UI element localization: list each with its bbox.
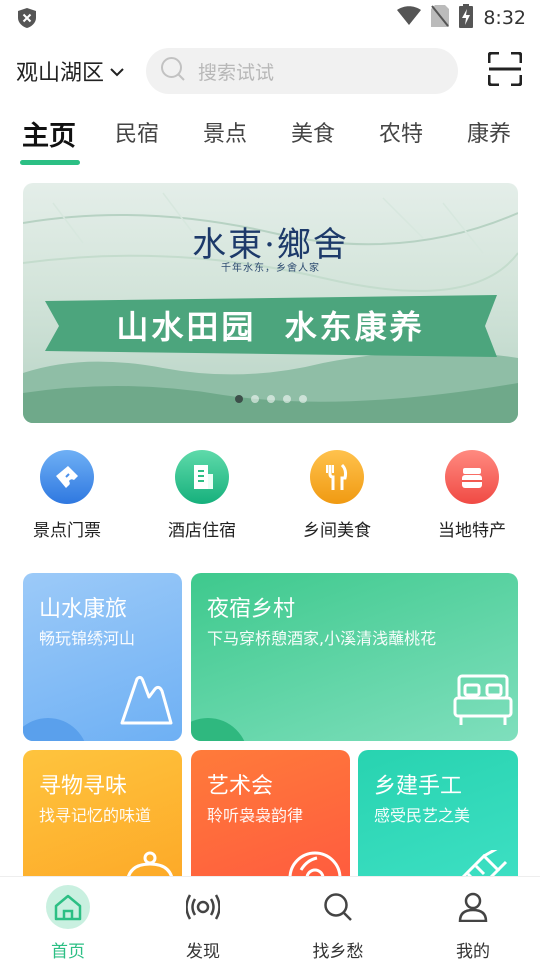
card-subtitle: 下马穿桥憩酒家,小溪清浅蘸桃花: [207, 629, 437, 648]
active-tab-indicator: [20, 160, 80, 165]
quick-nav-tickets[interactable]: 景点门票: [7, 450, 127, 541]
carousel-dot[interactable]: [298, 395, 307, 403]
tab-food[interactable]: 美食: [291, 116, 335, 148]
tab-homestay[interactable]: 民宿: [115, 116, 159, 148]
nav-discover[interactable]: 发现: [158, 885, 248, 960]
quick-nav-label: 景点门票: [33, 521, 101, 541]
shield-icon: [18, 8, 36, 28]
status-bar: 8:32: [0, 0, 540, 36]
ticket-icon: [40, 450, 94, 504]
nav-mine[interactable]: 我的: [428, 885, 518, 960]
bottom-nav: 首页 发现 找乡愁 我的: [0, 876, 540, 960]
quick-nav-label: 酒店住宿: [168, 521, 236, 541]
no-sim-icon: [431, 5, 450, 31]
nav-search-nostalgia[interactable]: 找乡愁: [293, 885, 383, 960]
carousel-dot[interactable]: [266, 395, 275, 403]
card-decoration: [23, 718, 85, 741]
card-subtitle: 找寻记忆的味道: [39, 806, 152, 825]
status-time: 8:32: [483, 7, 526, 29]
carousel-dots: [23, 395, 518, 403]
scan-button[interactable]: [486, 51, 524, 90]
nav-label: 找乡愁: [312, 942, 364, 960]
tab-scenic[interactable]: 景点: [203, 116, 247, 148]
header: 观山湖区 搜索试试: [0, 44, 540, 98]
nav-label: 我的: [456, 942, 490, 960]
search-icon: [160, 56, 186, 86]
card-subtitle: 感受民艺之美: [374, 806, 471, 825]
card-yesu[interactable]: 夜宿乡村 下马穿桥憩酒家,小溪清浅蘸桃花: [191, 573, 518, 741]
quick-nav-label: 当地特产: [438, 521, 506, 541]
card-xiangjian[interactable]: 乡建手工 感受民艺之美: [358, 750, 518, 890]
card-shanshui[interactable]: 山水康旅 畅玩锦绣河山: [23, 573, 182, 741]
quick-nav-food[interactable]: 乡间美食: [277, 450, 397, 541]
fork-knife-icon: [310, 450, 364, 504]
card-title: 寻物寻味: [39, 774, 128, 799]
mountain-icon: [120, 675, 173, 725]
carousel-dot[interactable]: [234, 395, 243, 403]
quick-nav-specialty[interactable]: 当地特产: [412, 450, 532, 541]
quick-nav-hotels[interactable]: 酒店住宿: [142, 450, 262, 541]
card-subtitle: 畅玩锦绣河山: [39, 629, 136, 648]
tab-wellness[interactable]: 康养: [467, 116, 511, 148]
search-icon: [316, 885, 360, 929]
building-icon: [175, 450, 229, 504]
tab-home[interactable]: 主页: [22, 114, 76, 153]
location-selector[interactable]: 观山湖区: [16, 55, 124, 87]
jar-icon: [445, 450, 499, 504]
card-title: 乡建手工: [374, 774, 463, 799]
chevron-down-icon: [110, 62, 124, 81]
card-title: 夜宿乡村: [207, 597, 296, 622]
battery-charging-icon: [459, 4, 474, 32]
card-title: 山水康旅: [39, 597, 128, 622]
home-icon: [46, 885, 90, 929]
user-icon: [451, 885, 495, 929]
carousel-dot[interactable]: [282, 395, 291, 403]
tab-specialty[interactable]: 农特: [379, 116, 423, 148]
card-subtitle: 聆听袅袅韵律: [207, 806, 304, 825]
card-yishu[interactable]: 艺术会 聆听袅袅韵律: [191, 750, 350, 890]
bed-icon: [453, 674, 513, 725]
card-title: 艺术会: [207, 774, 274, 799]
quick-nav: 景点门票 酒店住宿 乡间美食 当地特产: [0, 450, 540, 550]
location-name: 观山湖区: [16, 61, 105, 86]
banner-carousel[interactable]: 水東·鄉舍 千年水东，乡舍人家 山水田园 水东康养: [23, 183, 518, 423]
category-tabs: 主页 民宿 景点 美食 农特 康养: [0, 108, 540, 168]
carousel-dot[interactable]: [250, 395, 259, 403]
card-xunwu[interactable]: 寻物寻味 找寻记忆的味道: [23, 750, 182, 890]
search-placeholder: 搜索试试: [198, 61, 275, 84]
scan-icon: [487, 51, 523, 90]
nav-label: 首页: [51, 942, 85, 960]
search-input[interactable]: 搜索试试: [146, 48, 459, 94]
broadcast-icon: [181, 885, 225, 929]
wifi-icon: [397, 6, 422, 30]
quick-nav-label: 乡间美食: [303, 521, 371, 541]
banner-slogan: 山水田园 水东康养: [116, 308, 425, 346]
nav-home[interactable]: 首页: [23, 885, 113, 960]
nav-label: 发现: [186, 942, 220, 960]
card-decoration: [191, 718, 245, 741]
banner-logo-subtitle: 千年水东，乡舍人家: [221, 263, 320, 274]
